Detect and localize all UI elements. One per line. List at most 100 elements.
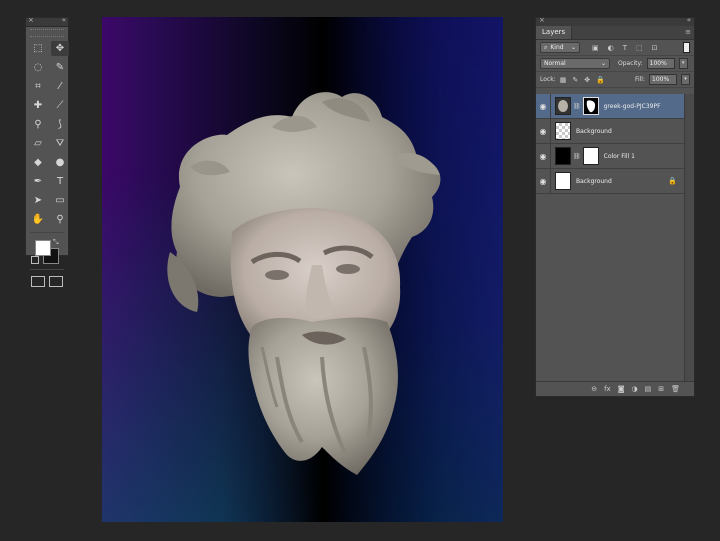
new-layer-icon[interactable]: ⊞ xyxy=(658,385,664,393)
move-icon[interactable]: ✥ xyxy=(51,41,69,56)
close-icon[interactable]: × xyxy=(539,16,545,24)
layer-name[interactable]: Background xyxy=(576,178,612,185)
divider xyxy=(30,232,64,233)
collapse-icon[interactable]: « xyxy=(62,16,66,24)
layer-thumbnail xyxy=(555,122,571,140)
filter-toggle[interactable] xyxy=(683,42,690,53)
lock-all-icon[interactable]: 🔒 xyxy=(596,76,605,84)
layer-row[interactable]: ◉ Background xyxy=(536,119,687,144)
lock-position-icon[interactable]: ✥ xyxy=(584,76,590,84)
panel-grip[interactable] xyxy=(30,29,64,37)
screen-mode-icon[interactable] xyxy=(49,276,63,287)
blend-row: Normal ⌄ Opacity: 100% ▾ xyxy=(536,56,694,72)
layer-thumbnail xyxy=(555,172,571,190)
statue-head-image xyxy=(167,92,441,475)
divider xyxy=(30,269,64,270)
foreground-color-swatch[interactable] xyxy=(35,240,51,256)
divider xyxy=(550,144,551,168)
path-selection-icon[interactable]: ➤ xyxy=(29,193,47,208)
magic-wand-icon[interactable]: ✎ xyxy=(51,60,69,75)
layer-name[interactable]: Color Fill 1 xyxy=(604,153,635,160)
tool-grid: ⬚ ✥ ◌ ✎ ⌗ ⁄ ✚ ⟋ ⚲ ⟆ ▱ ⛛ ◆ ● ✒ T ➤ ▭ ✋ ⚲ xyxy=(26,39,69,229)
layer-row[interactable]: ◉ Background 🔒 xyxy=(536,169,687,194)
link-layers-icon[interactable]: ⊖ xyxy=(591,385,597,393)
tab-layers[interactable]: Layers xyxy=(536,26,573,39)
zoom-icon[interactable]: ⚲ xyxy=(51,212,69,227)
history-brush-icon[interactable]: ⟆ xyxy=(51,117,69,132)
blend-mode-value: Normal xyxy=(544,60,566,67)
color-swatches: ⤡ xyxy=(29,236,65,266)
fill-field[interactable]: 100% xyxy=(649,74,677,85)
panel-tab-row: Layers ≡ xyxy=(536,26,694,40)
tools-panel: × « ⬚ ✥ ◌ ✎ ⌗ ⁄ ✚ ⟋ ⚲ ⟆ ▱ ⛛ ◆ ● ✒ T ➤ ▭ ✋ ⚲ ⤡ xyxy=(25,16,69,287)
adjustment-layer-icon[interactable]: ◑ xyxy=(632,385,638,393)
eye-icon[interactable]: ◉ xyxy=(536,177,550,186)
filter-kind-select[interactable]: ⌕ Kind ⌄ xyxy=(540,42,580,53)
layer-thumbnail xyxy=(555,97,571,115)
eye-icon[interactable]: ◉ xyxy=(536,127,550,136)
layer-list: ◉ ⛓ greek-god-PJC39PF ◉ Background ◉ ⛓ C xyxy=(536,94,687,194)
document-canvas[interactable] xyxy=(102,17,503,522)
pen-icon[interactable]: ✒ xyxy=(29,174,47,189)
blend-mode-select[interactable]: Normal ⌄ xyxy=(540,58,610,69)
link-icon[interactable]: ⛓ xyxy=(573,153,581,160)
brush-icon[interactable]: ⟋ xyxy=(51,98,69,113)
eraser-icon[interactable]: ▱ xyxy=(29,136,47,151)
divider xyxy=(550,94,551,118)
quick-mask-icon[interactable] xyxy=(31,276,45,287)
crop-icon[interactable]: ⌗ xyxy=(29,79,47,94)
eyedropper-icon[interactable]: ⁄ xyxy=(51,79,69,94)
eye-icon[interactable]: ◉ xyxy=(536,152,550,161)
blur-icon[interactable]: ◆ xyxy=(29,155,47,170)
dodge-icon[interactable]: ● xyxy=(51,155,69,170)
marquee-icon[interactable]: ⬚ xyxy=(29,41,47,56)
lock-transparency-icon[interactable]: ▦ xyxy=(560,76,567,84)
panel-menu-icon[interactable]: ≡ xyxy=(685,26,691,39)
filter-icons: ▣ ◐ T ⬚ ⊡ xyxy=(592,44,658,52)
link-icon[interactable]: ⛓ xyxy=(573,103,581,110)
collapse-icon[interactable]: « xyxy=(687,16,691,24)
layers-panel: × « Layers ≡ ⌕ Kind ⌄ ▣ ◐ T ⬚ ⊡ Normal ⌄… xyxy=(535,16,695,397)
close-icon[interactable]: × xyxy=(28,16,34,24)
stamp-icon[interactable]: ⚲ xyxy=(29,117,47,132)
layer-mask-thumbnail[interactable] xyxy=(582,147,599,165)
opacity-field[interactable]: 100% xyxy=(646,58,675,69)
smart-object-filter-icon[interactable]: ⊡ xyxy=(652,44,658,52)
opacity-dropdown-icon[interactable]: ▾ xyxy=(678,58,688,69)
filter-row: ⌕ Kind ⌄ ▣ ◐ T ⬚ ⊡ xyxy=(536,40,694,56)
default-colors-icon[interactable] xyxy=(31,256,39,264)
new-group-icon[interactable]: ▤ xyxy=(645,385,652,393)
rectangle-icon[interactable]: ▭ xyxy=(51,193,69,208)
layer-row[interactable]: ◉ ⛓ Color Fill 1 xyxy=(536,144,687,169)
layers-footer: ⊖ fx ◙ ◑ ▤ ⊞ 🗑 xyxy=(536,381,694,396)
paint-bucket-icon[interactable]: ⛛ xyxy=(51,136,69,151)
layers-scrollbar[interactable] xyxy=(684,94,694,382)
layer-name[interactable]: Background xyxy=(576,128,612,135)
type-filter-icon[interactable]: T xyxy=(623,44,627,52)
fill-dropdown-icon[interactable]: ▾ xyxy=(681,74,690,85)
lock-pixels-icon[interactable]: ✎ xyxy=(572,76,578,84)
swap-colors-icon[interactable]: ⤡ xyxy=(53,238,59,247)
layer-mask-thumbnail[interactable] xyxy=(582,97,599,115)
healing-brush-icon[interactable]: ✚ xyxy=(29,98,47,113)
divider xyxy=(550,119,551,143)
pixel-filter-icon[interactable]: ▣ xyxy=(592,44,599,52)
lasso-icon[interactable]: ◌ xyxy=(29,60,47,75)
filter-kind-value: Kind xyxy=(550,44,564,51)
lock-row: Lock: ▦ ✎ ✥ 🔒 Fill: 100% ▾ xyxy=(536,72,694,88)
layer-row[interactable]: ◉ ⛓ greek-god-PJC39PF xyxy=(536,94,687,119)
tools-panel-titlebar[interactable]: × « xyxy=(26,16,68,27)
layer-style-icon[interactable]: fx xyxy=(604,385,611,393)
layer-name[interactable]: greek-god-PJC39PF xyxy=(604,103,661,110)
type-icon[interactable]: T xyxy=(51,174,69,189)
divider xyxy=(550,169,551,193)
lock-icons: ▦ ✎ ✥ 🔒 xyxy=(560,76,605,84)
search-icon: ⌕ xyxy=(544,44,548,51)
hand-icon[interactable]: ✋ xyxy=(29,212,47,227)
layers-panel-titlebar[interactable]: × « xyxy=(536,16,694,26)
add-mask-icon[interactable]: ◙ xyxy=(618,385,625,393)
trash-icon[interactable]: 🗑 xyxy=(671,385,680,393)
adjustment-filter-icon[interactable]: ◐ xyxy=(608,44,614,52)
eye-icon[interactable]: ◉ xyxy=(536,102,550,111)
shape-filter-icon[interactable]: ⬚ xyxy=(636,44,643,52)
